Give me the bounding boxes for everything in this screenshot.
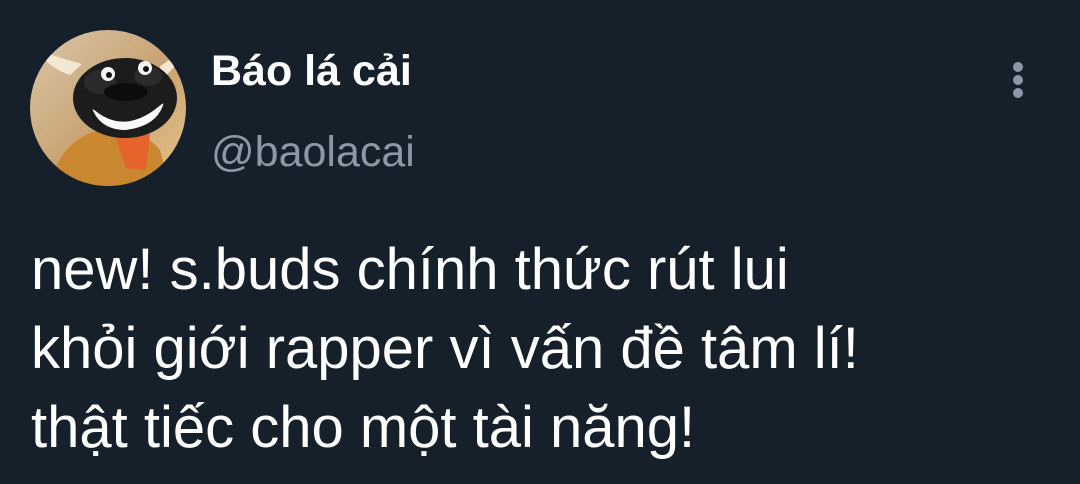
more-options-button[interactable] [1000,56,1036,104]
tweet-text-line: new! s.buds chính thức rút lui [31,237,789,302]
more-vertical-icon-dot [1013,88,1023,98]
user-handle[interactable]: @baolacai [211,127,415,179]
tweet-card: Báo lá cải @baolacai new! s.buds chính t… [0,0,1080,484]
tweet-text: new! s.buds chính thức rút lui khỏi giới… [31,230,1061,467]
more-vertical-icon-dot [1013,75,1023,85]
avatar[interactable] [30,30,186,186]
tweet-text-line: khỏi giới rapper vì vấn đề tâm lí! [31,316,859,381]
tweet-text-line: thật tiếc cho một tài năng! [31,395,696,460]
cartoon-buffalo-avatar-icon [30,30,186,186]
more-vertical-icon [1013,62,1023,72]
display-name[interactable]: Báo lá cải [211,46,412,98]
